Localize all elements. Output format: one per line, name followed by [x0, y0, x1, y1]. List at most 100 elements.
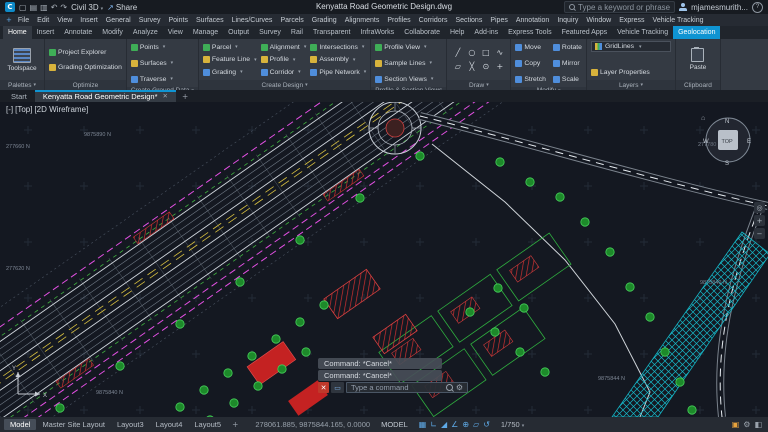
ribbon-button[interactable]: Feature Line — [203, 54, 257, 66]
quick-access-icon[interactable]: ▤ — [30, 3, 38, 12]
viewport-menu-button[interactable]: [-] — [6, 105, 13, 114]
layer-properties-button[interactable]: Layer Properties — [591, 66, 671, 78]
menu-item[interactable]: Window — [582, 17, 615, 24]
nav-tool-icon[interactable]: ◎ — [754, 202, 765, 213]
quick-access-icon[interactable]: ↷ — [60, 3, 67, 12]
viewcube-west[interactable]: W — [703, 139, 709, 145]
viewcube-south[interactable]: S — [725, 161, 729, 167]
ribbon-button[interactable]: Sample Lines — [375, 57, 442, 69]
ribbon-tab[interactable]: Geolocation — [673, 26, 720, 39]
viewcube-top-face[interactable]: TOP — [722, 139, 734, 145]
menu-item[interactable]: Annotation — [512, 17, 553, 24]
ribbon-button[interactable]: Traverse — [131, 73, 194, 85]
layout-tab[interactable]: Layout3 — [111, 419, 150, 430]
layout-tab[interactable]: Layout4 — [150, 419, 189, 430]
keyboard-icon[interactable]: ▭ — [331, 382, 344, 393]
status-toggle-icon[interactable]: ∟ — [428, 420, 439, 429]
menu-item[interactable]: Profiles — [383, 17, 414, 24]
menu-item[interactable]: Parcels — [276, 17, 307, 24]
panel-label-design[interactable]: Create Design — [199, 80, 370, 90]
help-icon[interactable]: ? — [752, 2, 763, 13]
viewcube-north[interactable]: N — [725, 119, 729, 125]
draw-tool-icon[interactable]: ○ — [465, 46, 478, 59]
quick-access-icon[interactable]: ▥ — [40, 3, 48, 12]
ribbon-tab[interactable]: Add-ins — [469, 26, 503, 39]
draw-tool-icon[interactable]: □ — [479, 46, 492, 59]
draw-tool-icon[interactable]: ∿ — [493, 46, 506, 59]
command-search-icon[interactable] — [446, 384, 453, 391]
status-tool-icon[interactable]: ▣ — [730, 420, 742, 429]
crosshair-icon[interactable]: + — [6, 16, 12, 24]
panel-label-clipboard[interactable]: Clipboard — [676, 80, 720, 90]
status-toggle-icon[interactable]: ◢ — [439, 420, 449, 429]
app-logo-icon[interactable]: C — [5, 2, 15, 12]
menu-item[interactable]: Points — [164, 17, 191, 24]
viewcube[interactable]: N E S W TOP ⌂ — [700, 110, 756, 172]
draw-tool-icon[interactable]: ⊙ — [479, 60, 492, 73]
ribbon-button[interactable]: Copy — [515, 57, 546, 69]
quick-access-icon[interactable]: ↶ — [51, 3, 58, 12]
visual-style-button[interactable]: [2D Wireframe] — [34, 105, 88, 114]
menu-item[interactable]: View — [53, 17, 76, 24]
ribbon-button[interactable]: Alignment — [261, 41, 307, 53]
command-settings-icon[interactable]: ⚙ — [456, 383, 463, 392]
menu-item[interactable]: Express — [615, 17, 648, 24]
menu-item[interactable]: Insert — [76, 17, 102, 24]
ribbon-button[interactable]: Corridor — [261, 66, 307, 78]
ribbon-button[interactable]: Points — [131, 41, 194, 53]
ribbon-button[interactable]: Pipe Network — [310, 66, 366, 78]
panel-label-optimize[interactable]: Optimize — [45, 80, 126, 90]
toolspace-button[interactable]: Toolspace — [4, 41, 40, 78]
ribbon-button[interactable]: Profile — [261, 54, 307, 66]
viewcube-east[interactable]: E — [747, 139, 751, 145]
nav-tool-icon[interactable]: + — [754, 215, 765, 226]
ribbon-tab[interactable]: Output — [223, 26, 254, 39]
ribbon-tab[interactable]: Modify — [97, 26, 128, 39]
quick-access-icon[interactable]: ▢ — [19, 3, 27, 12]
ribbon-tab[interactable]: Insert — [32, 26, 60, 39]
space-toggle[interactable]: MODEL — [381, 420, 408, 429]
menu-item[interactable]: Survey — [135, 17, 165, 24]
ribbon-tab[interactable]: Collaborate — [399, 26, 445, 39]
username[interactable]: mjamesmurith... — [691, 3, 748, 12]
menu-item[interactable]: File — [14, 17, 33, 24]
menu-item[interactable]: Lines/Curves — [228, 17, 277, 24]
ribbon-tab[interactable]: Featured Apps — [557, 26, 613, 39]
viewcube-home-icon[interactable]: ⌂ — [701, 115, 705, 122]
ribbon-tab[interactable]: Home — [3, 26, 32, 39]
draw-tool-icon[interactable]: ▱ — [451, 60, 464, 73]
status-tool-icon[interactable]: ◧ — [752, 420, 764, 429]
ribbon-button[interactable]: Assembly — [310, 54, 366, 66]
status-toggle-icon[interactable]: ▦ — [417, 420, 429, 429]
ribbon-button[interactable]: Parcel — [203, 41, 257, 53]
ribbon-button[interactable]: Grading — [203, 66, 257, 78]
status-toggle-icon[interactable]: ▱ — [471, 420, 481, 429]
menu-item[interactable]: Surfaces — [192, 17, 228, 24]
workspace-menu[interactable]: Civil 3D — [71, 3, 103, 12]
ribbon-tab[interactable]: View — [163, 26, 188, 39]
menu-item[interactable]: Alignments — [341, 17, 384, 24]
ribbon-button[interactable]: Project Explorer — [49, 46, 122, 58]
ribbon-button[interactable]: Mirror — [553, 57, 582, 69]
panel-label-palettes[interactable]: Palettes — [0, 80, 44, 90]
ribbon-button[interactable]: Rotate — [553, 41, 582, 53]
menu-item[interactable]: Grading — [308, 17, 341, 24]
menu-item[interactable]: General — [102, 17, 135, 24]
ribbon-tab[interactable]: Manage — [188, 26, 223, 39]
menu-item[interactable]: Corridors — [415, 17, 452, 24]
ribbon-button[interactable]: Grading Optimization — [49, 61, 122, 73]
menu-item[interactable]: Sections — [451, 17, 486, 24]
paste-button[interactable]: Paste — [680, 41, 716, 78]
menu-item[interactable]: Vehicle Tracking — [649, 17, 708, 24]
ribbon-tab[interactable]: Analyze — [128, 26, 163, 39]
ribbon-tab[interactable]: InfraWorks — [355, 26, 399, 39]
layout-tab[interactable]: Master Site Layout — [36, 419, 111, 430]
ribbon-button[interactable]: Stretch — [515, 73, 546, 85]
view-direction-button[interactable]: [Top] — [15, 105, 32, 114]
ribbon-button[interactable]: Move — [515, 41, 546, 53]
layer-dropdown[interactable]: GridLines — [591, 41, 671, 52]
share-button[interactable]: ↗Share — [107, 3, 137, 12]
annotation-scale[interactable]: 1/750 — [501, 420, 524, 429]
menu-item[interactable]: Edit — [33, 17, 53, 24]
ribbon-tab[interactable]: Transparent — [308, 26, 355, 39]
